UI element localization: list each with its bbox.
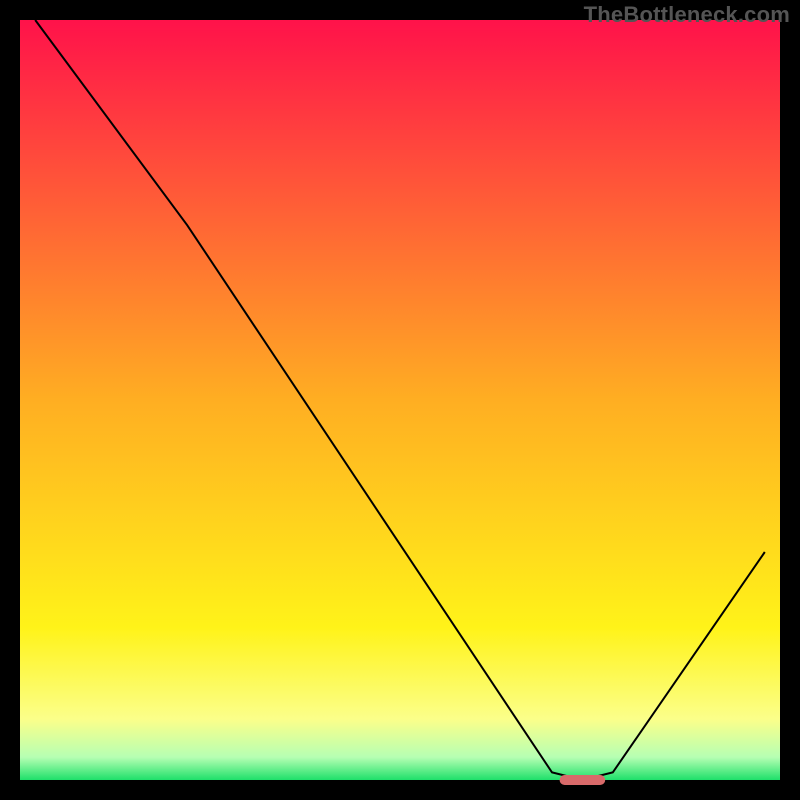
bottleneck-chart: TheBottleneck.com — [0, 0, 800, 800]
chart-plot-area — [20, 20, 780, 780]
optimal-marker — [560, 775, 606, 785]
watermark-text: TheBottleneck.com — [584, 2, 790, 28]
chart-canvas — [0, 0, 800, 800]
